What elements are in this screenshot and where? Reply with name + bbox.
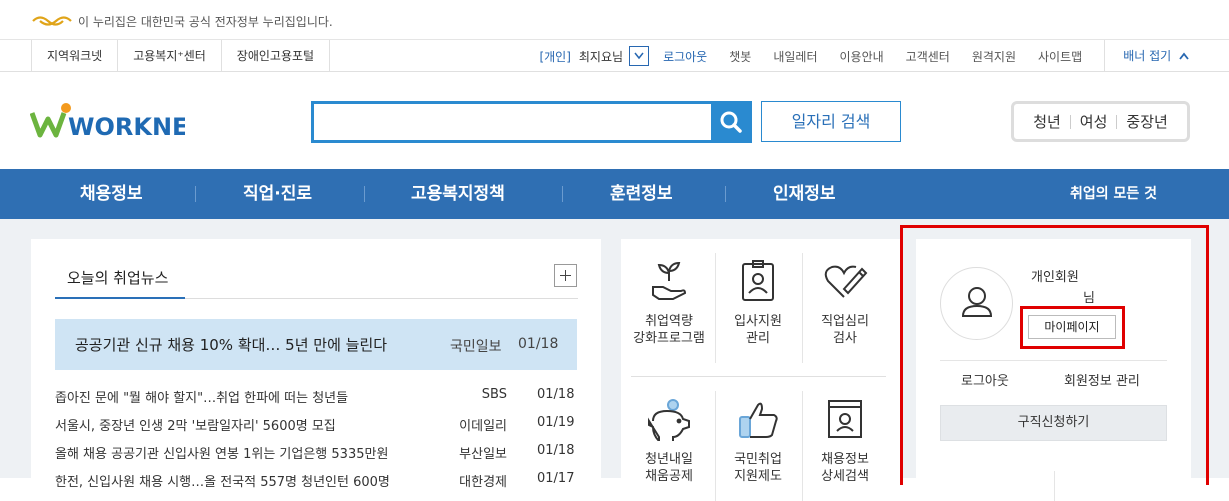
news-title: 한전, 신입사원 채용 시행…올 전국적 557명 청년인턴 600명: [55, 475, 390, 490]
chatbot-link[interactable]: 챗봇: [729, 48, 751, 65]
news-item[interactable]: 서울시, 중장년 인생 2막 '보람일자리' 5600명 모집 이데일리 01/…: [55, 415, 577, 435]
news-date: 01/17: [537, 471, 575, 486]
member-type-tag: [개인]: [539, 49, 571, 64]
family-sites: 지역워크넷 고용복지⁺센터 장애인고용포털: [31, 40, 331, 72]
divider: [185, 298, 578, 299]
service-label: 상세검색: [821, 469, 869, 484]
gov-logo-icon: [32, 16, 72, 26]
logo-text: WORKNET: [68, 113, 185, 141]
newsletter-link[interactable]: 내일레터: [773, 48, 817, 65]
banner-fold-button[interactable]: 배너 접기: [1104, 40, 1189, 72]
nav-recruit[interactable]: 채용정보: [80, 169, 143, 219]
chevron-up-icon: [1179, 52, 1189, 60]
news-date: 01/18: [537, 387, 575, 402]
service-psych-test[interactable]: 직업심리 검사: [801, 259, 889, 347]
chevron-down-icon: [634, 52, 644, 60]
service-employment-program[interactable]: 취업역량 강화프로그램: [625, 259, 713, 347]
heart-pencil-icon: [824, 265, 868, 298]
search-icon: [720, 111, 742, 133]
job-search-button[interactable]: 일자리 검색: [761, 101, 901, 142]
service-label: 직업심리: [821, 314, 869, 329]
news-source: 부산일보: [459, 447, 507, 462]
service-label: 청년내일: [645, 452, 693, 467]
target-tabs: 청년 여성 중장년: [1011, 101, 1190, 142]
news-item[interactable]: 좁아진 문에 "뭘 해야 할지"…취업 한파에 떠는 청년들 SBS 01/18: [55, 387, 577, 407]
service-label: 검사: [833, 331, 857, 346]
search-input[interactable]: [311, 101, 751, 143]
service-label: 채움공제: [645, 469, 693, 484]
service-label: 국민취업: [734, 452, 782, 467]
header: WORKNET 일자리 검색 청년 여성 중장년: [0, 73, 1229, 169]
service-national-employment[interactable]: 국민취업 지원제도: [714, 397, 802, 485]
news-source: SBS: [481, 387, 507, 402]
headline-news[interactable]: 공공기관 신규 채용 10% 확대… 5년 만에 늘린다 국민일보 01/18: [55, 319, 577, 370]
utility-links: [개인] 최지요님 로그아웃 챗봇 내일레터 이용안내 고객센터 원격지원 사이…: [539, 40, 1189, 72]
worknet-logo[interactable]: WORKNET: [30, 101, 185, 141]
plant-hand-icon: [652, 261, 687, 300]
highlight-box-mypage: [1020, 306, 1125, 349]
headline-title: 공공기관 신규 채용 10% 확대… 5년 만에 늘린다: [75, 336, 388, 354]
divider: [631, 376, 886, 377]
nav-training[interactable]: 훈련정보: [610, 169, 673, 219]
news-panel: 오늘의 취업뉴스 공공기관 신규 채용 10% 확대… 5년 만에 늘린다 국민…: [31, 239, 601, 499]
service-label: 채용정보: [821, 452, 869, 467]
thumbs-up-icon: [739, 402, 778, 438]
news-source: 이데일리: [459, 419, 507, 434]
news-date: 01/19: [537, 415, 575, 430]
family-site-link[interactable]: 장애인고용포털: [220, 40, 331, 72]
service-detailed-search[interactable]: 채용정보 상세검색: [801, 397, 889, 485]
more-news-button[interactable]: [554, 264, 577, 287]
document-search-icon: [828, 400, 862, 438]
piggy-bank-icon: [648, 399, 690, 441]
tab-women[interactable]: 여성: [1071, 111, 1117, 132]
nav-welfare-policy[interactable]: 고용복지정책: [411, 169, 505, 219]
news-title: 좁아진 문에 "뭘 해야 할지"…취업 한파에 떠는 청년들: [55, 391, 349, 406]
user-name: 최지요님: [578, 49, 624, 64]
news-title: 서울시, 중장년 인생 2막 '보람일자리' 5600명 모집: [55, 419, 336, 434]
main-nav: 채용정보 직업·진로 고용복지정책 훈련정보 인재정보 취업의 모든 것: [0, 169, 1229, 219]
highlight-box-user-panel: [900, 225, 1209, 485]
gov-banner: 이 누리집은 대한민국 공식 전자정부 누리집입니다.: [0, 0, 1229, 40]
divider: [364, 186, 365, 202]
user-menu-dropdown[interactable]: [629, 46, 650, 66]
divider: [195, 186, 196, 202]
service-label: 취업역량: [645, 314, 693, 329]
sitemap-link[interactable]: 사이트맵: [1038, 48, 1082, 65]
tab-today-news[interactable]: 오늘의 취업뉴스: [55, 264, 185, 299]
service-youth-savings[interactable]: 청년내일 채움공제: [625, 397, 713, 485]
divider: [725, 186, 726, 202]
divider: [562, 186, 563, 202]
news-source: 대한경제: [459, 475, 507, 490]
gov-banner-text: 이 누리집은 대한민국 공식 전자정부 누리집입니다.: [78, 15, 333, 29]
headline-date: 01/18: [518, 336, 559, 352]
news-title: 올해 채용 공공기관 신입사원 연봉 1위는 기업은행 5335만원: [55, 447, 389, 462]
news-item[interactable]: 한전, 신입사원 채용 시행…올 전국적 557명 청년인턴 600명 대한경제…: [55, 471, 577, 491]
banner-fold-label: 배너 접기: [1123, 49, 1172, 63]
id-card-icon: [742, 260, 774, 301]
tab-middle-aged[interactable]: 중장년: [1117, 111, 1176, 132]
remote-support-link[interactable]: 원격지원: [972, 48, 1016, 65]
quick-services: 취업역량 강화프로그램 입사지원 관리 직업심리 검사 청년내일 채움공제 국민…: [621, 239, 901, 501]
guide-link[interactable]: 이용안내: [840, 48, 884, 65]
nav-talent[interactable]: 인재정보: [773, 169, 836, 219]
service-label: 강화프로그램: [633, 331, 705, 346]
service-label: 입사지원: [734, 314, 782, 329]
search-button[interactable]: [711, 101, 752, 143]
service-application-management[interactable]: 입사지원 관리: [714, 259, 802, 347]
customer-center-link[interactable]: 고객센터: [906, 48, 950, 65]
service-label: 지원제도: [734, 469, 782, 484]
headline-source: 국민일보: [450, 339, 502, 355]
tab-youth[interactable]: 청년: [1024, 111, 1070, 132]
news-item[interactable]: 올해 채용 공공기관 신입사원 연봉 1위는 기업은행 5335만원 부산일보 …: [55, 443, 577, 463]
news-date: 01/18: [537, 443, 575, 458]
family-site-link[interactable]: 지역워크넷: [31, 40, 117, 72]
nav-career[interactable]: 직업·진로: [243, 169, 312, 219]
family-site-link[interactable]: 고용복지⁺센터: [117, 40, 221, 72]
nav-all-about-jobs[interactable]: 취업의 모든 것: [1070, 169, 1157, 219]
utility-bar: 지역워크넷 고용복지⁺센터 장애인고용포털 [개인] 최지요님 로그아웃 챗봇 …: [0, 40, 1229, 72]
service-label: 관리: [746, 331, 770, 346]
logout-link[interactable]: 로그아웃: [663, 48, 707, 65]
